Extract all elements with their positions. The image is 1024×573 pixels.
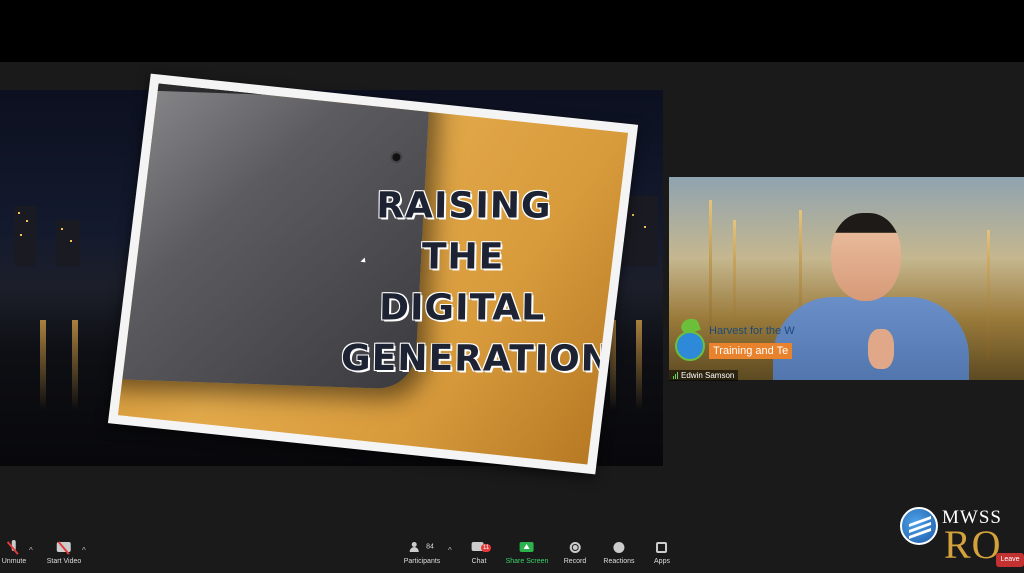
virtual-bg-banner-title: Harvest for the W [709, 325, 795, 337]
slide-title-line: GENERATION [340, 338, 613, 380]
reactions-icon [612, 542, 626, 554]
slide-background: RAISING THE DIGITAL GENERATION [117, 83, 629, 465]
wheat-stalk [987, 230, 990, 360]
participants-label: Participants [403, 558, 441, 565]
chat-unread-badge: 11 [481, 544, 492, 552]
logo-text-ro: RO [944, 522, 1002, 567]
participants-icon: 84 [405, 542, 439, 554]
chat-label: Chat [471, 558, 487, 565]
start-video-button[interactable]: Start Video [46, 541, 82, 565]
reactions-button[interactable]: Reactions [603, 542, 635, 565]
signal-strength-icon [673, 372, 678, 379]
slide-title-line: THE [421, 236, 505, 278]
apps-button[interactable]: Apps [654, 542, 670, 565]
presentation-slide: RAISING THE DIGITAL GENERATION [107, 73, 639, 475]
globe-icon [675, 331, 705, 361]
audio-options-caret[interactable]: ^ [29, 546, 33, 555]
participant-name: Edwin Samson [681, 371, 735, 380]
tablet-camera [390, 151, 403, 164]
participant-name-tag: Edwin Samson [669, 370, 739, 381]
virtual-bg-banner-subtitle: Training and Te [709, 343, 793, 359]
record-label: Record [563, 558, 587, 565]
share-screen-button[interactable]: Share Screen [505, 542, 549, 565]
leave-button[interactable]: Leave [996, 553, 1024, 567]
slide-title-line: DIGITAL [378, 287, 546, 329]
slide-title: RAISING THE DIGITAL GENERATION [340, 181, 613, 385]
city-building [14, 206, 36, 266]
wheat-stalk [733, 220, 736, 360]
participant-person [773, 207, 969, 380]
participants-count: 84 [426, 543, 434, 551]
share-screen-icon [520, 542, 534, 554]
water-reflection [72, 320, 78, 410]
participant-video[interactable]: Harvest for the W Training and Te [669, 177, 1024, 380]
record-icon [568, 542, 582, 554]
water-reflection [636, 320, 642, 410]
start-video-label: Start Video [46, 558, 82, 565]
water-reflection [40, 320, 46, 410]
person-head [831, 213, 901, 301]
participants-options-caret[interactable]: ^ [448, 546, 452, 555]
share-screen-label: Share Screen [505, 558, 549, 565]
video-off-icon [56, 541, 71, 555]
record-button[interactable]: Record [563, 542, 587, 565]
harvest-logo [673, 316, 707, 363]
video-options-caret[interactable]: ^ [82, 546, 86, 555]
apps-icon [655, 542, 669, 554]
unmute-button[interactable]: Unmute [1, 540, 27, 565]
window-top-bar [0, 0, 1024, 62]
participants-button[interactable]: 84 Participants [403, 542, 441, 565]
person-hands [868, 329, 894, 369]
apps-label: Apps [654, 558, 670, 565]
mwss-emblem-icon [900, 507, 938, 545]
city-building [56, 220, 80, 266]
muted-mic-icon [7, 540, 21, 555]
reactions-label: Reactions [603, 558, 635, 565]
slide-title-line: RAISING [375, 185, 552, 227]
unmute-label: Unmute [1, 558, 27, 565]
